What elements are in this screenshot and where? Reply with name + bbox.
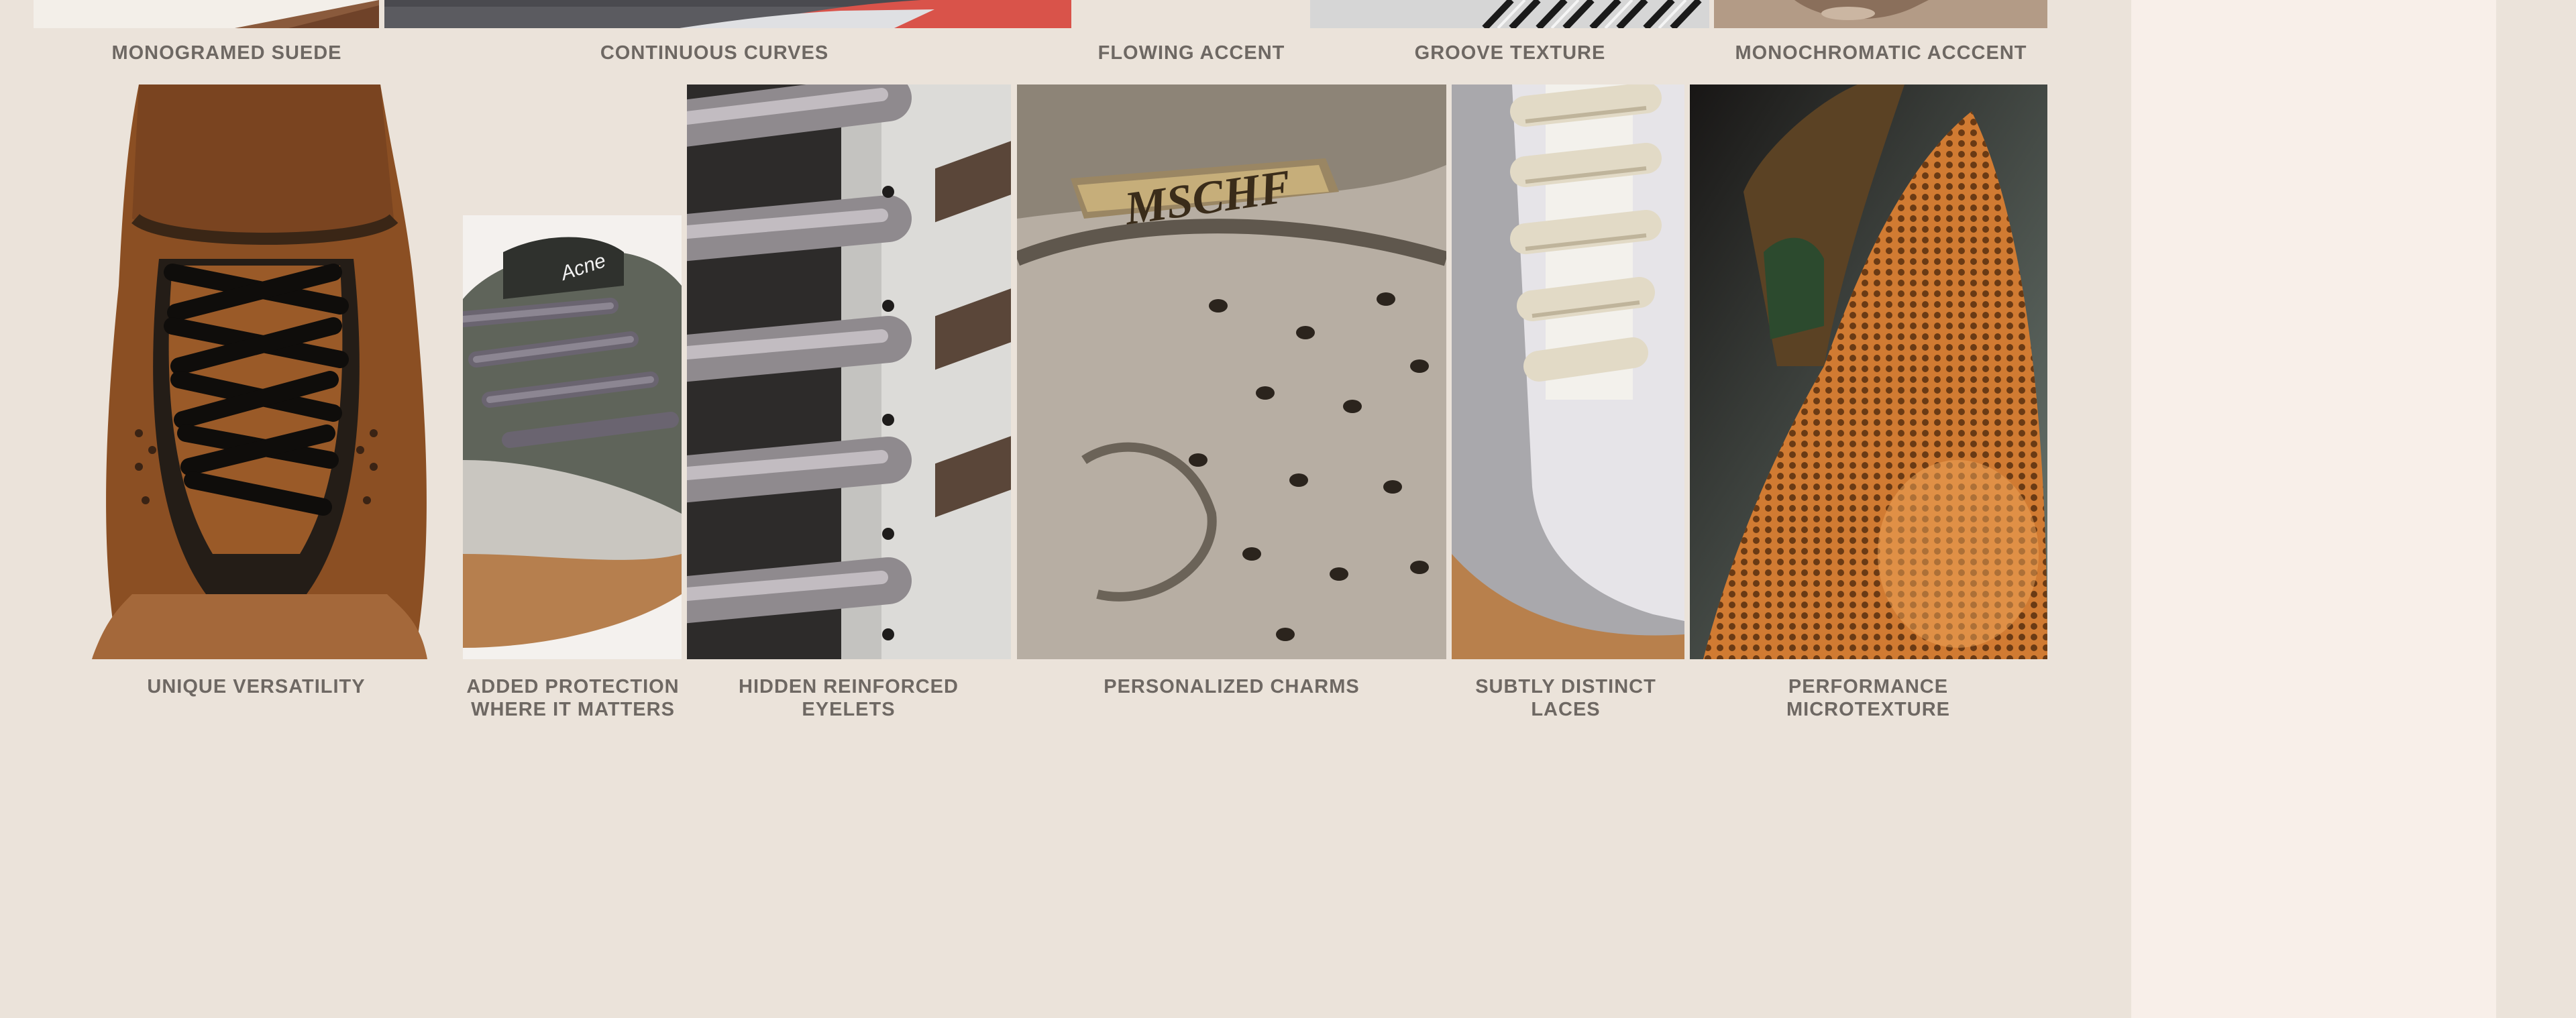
caption-groove-texture: GROOVE TEXTURE [1414, 42, 1606, 64]
top-image-continuous-curves[interactable] [384, 0, 1071, 28]
image-grey-lace-eyelets[interactable] [687, 84, 1011, 659]
image-orange-hex-outsole[interactable] [1690, 84, 2047, 659]
caption-monogramed-suede: MONOGRAMED SUEDE [111, 42, 342, 64]
caption-subtly-distinct-laces: SUBTLY DISTINCT LACES [1475, 676, 1656, 720]
caption-continuous-curves: CONTINUOUS CURVES [600, 42, 829, 64]
caption-performance-microtexture: PERFORMANCE MICROTEXTURE [1786, 676, 1950, 720]
top-image-groove-texture[interactable] [1310, 0, 1709, 28]
top-image-monogramed-suede[interactable] [34, 0, 379, 28]
caption-flowing-accent: FLOWING ACCENT [1097, 42, 1285, 64]
image-cream-laces-grey-suede[interactable] [1452, 84, 1684, 659]
right-side-panel [2131, 0, 2496, 1018]
caption-personalized-charms: PERSONALIZED CHARMS [1104, 676, 1360, 697]
image-grey-sneaker-toe-cap[interactable]: Acne [463, 84, 682, 659]
image-brown-suede-sneaker[interactable] [78, 84, 434, 659]
caption-added-protection: ADDED PROTECTION WHERE IT MATTERS [466, 676, 680, 720]
caption-unique-versatility: UNIQUE VERSATILITY [147, 676, 366, 697]
image-perforated-leather-charm[interactable]: MSCHF [1017, 84, 1446, 659]
caption-monochromatic-accent: MONOCHROMATIC ACCCENT [1735, 42, 2027, 64]
caption-hidden-reinforced-eyelets: HIDDEN REINFORCED EYELETS [739, 676, 959, 720]
top-image-monochromatic-accent[interactable] [1714, 0, 2047, 28]
